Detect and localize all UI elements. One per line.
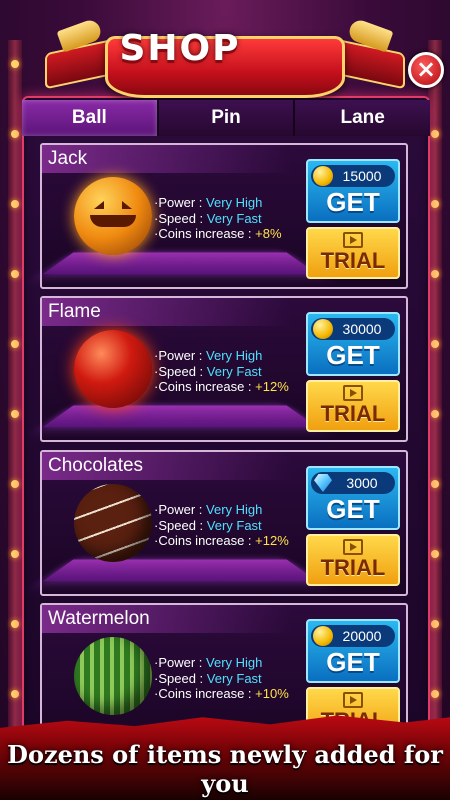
price-value: 15000 <box>342 168 382 184</box>
left-light-rail <box>8 40 22 760</box>
get-button[interactable]: 20000 GET <box>306 619 400 683</box>
tab-pin[interactable]: Pin <box>158 100 296 136</box>
flame-ball-icon <box>74 330 152 408</box>
display-floor <box>42 559 318 582</box>
diamond-icon <box>314 474 332 492</box>
trial-button[interactable]: TRIAL <box>306 227 400 279</box>
speed-label: ·Speed : <box>154 670 207 686</box>
item-name: Flame <box>42 298 292 326</box>
coins-increase-value: +12% <box>255 379 289 394</box>
price-tag: 15000 <box>311 165 395 187</box>
power-value: Very High <box>206 195 263 210</box>
price-tag: 3000 <box>311 472 395 494</box>
film-play-icon <box>343 539 363 555</box>
power-label: ·Power : <box>154 348 207 363</box>
film-play-icon <box>343 232 363 248</box>
item-name: Jack <box>42 145 292 173</box>
get-label: GET <box>326 494 380 524</box>
price-value: 20000 <box>342 628 382 644</box>
item-card-flame: Flame ·Power : Very High ·Speed : Very F… <box>40 296 408 442</box>
power-value: Very High <box>206 348 263 363</box>
trial-label: TRIAL <box>320 555 386 580</box>
price-value: 3000 <box>346 475 378 491</box>
coins-increase-value: +10% <box>255 686 289 701</box>
trial-button[interactable]: TRIAL <box>306 380 400 432</box>
item-card-chocolates: Chocolates ·Power : Very High ·Speed : V… <box>40 450 408 596</box>
trial-label: TRIAL <box>320 248 386 273</box>
power-label: ·Power : <box>154 195 207 210</box>
coins-increase-label: ·Coins increase : <box>154 226 256 241</box>
display-floor <box>42 252 318 275</box>
get-label: GET <box>326 647 380 677</box>
power-value: Very High <box>206 502 263 517</box>
coin-icon <box>313 626 333 646</box>
film-play-icon <box>343 692 363 708</box>
price-tag: 20000 <box>311 625 395 647</box>
coin-icon <box>313 166 333 186</box>
tab-lane[interactable]: Lane <box>295 100 431 136</box>
speed-value: Very Fast <box>206 517 262 533</box>
category-tabs: Ball Pin Lane <box>22 100 431 136</box>
power-value: Very High <box>206 655 263 670</box>
item-stats: ·Power : Very High ·Speed : Very Fast ·C… <box>154 502 289 549</box>
coins-increase-value: +8% <box>255 226 282 241</box>
close-button[interactable]: × <box>408 52 444 88</box>
speed-value: Very Fast <box>206 210 262 226</box>
speed-value: Very Fast <box>206 670 262 686</box>
get-label: GET <box>326 187 380 217</box>
item-name: Chocolates <box>42 452 292 480</box>
film-play-icon <box>343 385 363 401</box>
speed-label: ·Speed : <box>154 210 207 226</box>
page-title: SHOP <box>119 28 241 69</box>
jack-ball-icon <box>74 177 152 255</box>
coins-increase-label: ·Coins increase : <box>154 379 256 394</box>
chocolate-ball-icon <box>74 484 152 562</box>
display-floor <box>42 405 318 428</box>
power-label: ·Power : <box>154 502 207 517</box>
promo-banner-text: Dozens of items newly added for you <box>7 740 443 798</box>
trial-label: TRIAL <box>320 401 386 426</box>
coin-icon <box>313 319 333 339</box>
get-button[interactable]: 3000 GET <box>306 466 400 530</box>
speed-value: Very Fast <box>206 363 262 379</box>
tab-ball[interactable]: Ball <box>22 100 159 136</box>
trial-button[interactable]: TRIAL <box>306 534 400 586</box>
speed-label: ·Speed : <box>154 517 207 533</box>
item-stats: ·Power : Very High ·Speed : Very Fast ·C… <box>154 348 289 395</box>
coins-increase-label: ·Coins increase : <box>154 686 256 701</box>
power-label: ·Power : <box>154 655 207 670</box>
coins-increase-label: ·Coins increase : <box>154 533 256 548</box>
get-button[interactable]: 30000 GET <box>306 312 400 376</box>
speed-label: ·Speed : <box>154 363 207 379</box>
item-card-jack: Jack ·Power : Very High ·Speed : Very Fa… <box>40 143 408 289</box>
item-stats: ·Power : Very High ·Speed : Very Fast ·C… <box>154 655 289 702</box>
pumpkin-face-icon <box>88 201 138 231</box>
get-label: GET <box>326 340 380 370</box>
price-value: 30000 <box>342 321 382 337</box>
get-button[interactable]: 15000 GET <box>306 159 400 223</box>
item-name: Watermelon <box>42 605 292 633</box>
price-tag: 30000 <box>311 318 395 340</box>
watermelon-ball-icon <box>74 637 152 715</box>
right-light-rail <box>428 40 442 760</box>
coins-increase-value: +12% <box>255 533 289 548</box>
item-stats: ·Power : Very High ·Speed : Very Fast ·C… <box>154 195 282 242</box>
